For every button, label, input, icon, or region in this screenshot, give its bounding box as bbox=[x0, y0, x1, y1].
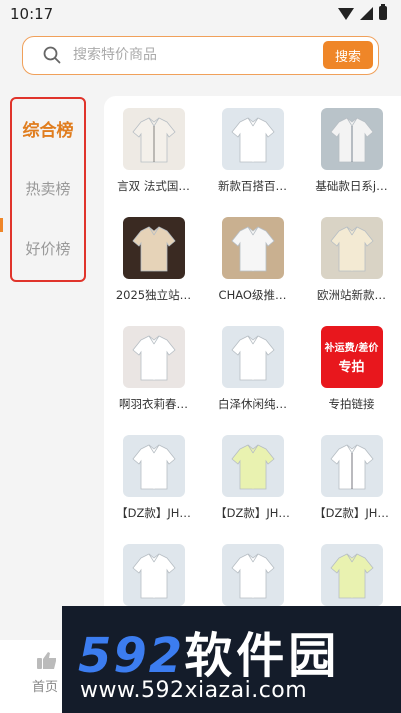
wifi-icon bbox=[338, 8, 354, 20]
product-card[interactable]: 补运费/差价专拍专拍链接 bbox=[302, 326, 401, 435]
product-title: 基础款日系j… bbox=[315, 179, 388, 193]
special-banner-image: 补运费/差价专拍 bbox=[320, 326, 383, 388]
product-title: 专拍链接 bbox=[328, 397, 375, 411]
product-title: 【DZ款】JH… bbox=[215, 506, 290, 520]
product-card[interactable]: 【DZ款】JH… bbox=[203, 435, 302, 544]
product-title: 2025独立站… bbox=[115, 288, 192, 302]
watermark-logo: 592软件园 bbox=[78, 616, 340, 686]
product-image bbox=[122, 108, 185, 170]
product-image bbox=[122, 435, 185, 497]
active-category-marker bbox=[0, 218, 3, 232]
product-title: CHAO级推… bbox=[218, 288, 287, 302]
product-title: 新款百搭百… bbox=[218, 179, 287, 193]
product-card[interactable]: 【DZ款】JH… bbox=[302, 435, 401, 544]
product-image bbox=[320, 217, 383, 279]
product-card[interactable]: 啊羽衣莉春… bbox=[104, 326, 203, 435]
product-title: 言双 法式国… bbox=[117, 179, 190, 193]
status-icons bbox=[338, 4, 387, 20]
signal-icon bbox=[360, 6, 373, 20]
product-image bbox=[320, 108, 383, 170]
product-title: 【DZ款】JH… bbox=[314, 506, 389, 520]
product-card[interactable]: 白泽休闲纯… bbox=[203, 326, 302, 435]
product-image bbox=[122, 326, 185, 388]
search-button[interactable]: 搜索 bbox=[323, 41, 373, 69]
product-card[interactable]: 言双 法式国… bbox=[104, 108, 203, 217]
watermark-url: www.592xiazai.com bbox=[80, 678, 308, 703]
product-grid-panel: 言双 法式国… 新款百搭百… 基础款日系j… 2025独立站… CHAO级推… 欧洲站新款… bbox=[104, 96, 401, 656]
product-image bbox=[221, 326, 284, 388]
product-image bbox=[221, 435, 284, 497]
home-icon bbox=[37, 652, 56, 669]
product-image bbox=[221, 544, 284, 606]
product-card[interactable]: 基础款日系j… bbox=[302, 108, 401, 217]
search-bar: 搜索 bbox=[22, 36, 379, 75]
banner-line-2: 专拍 bbox=[338, 360, 365, 375]
product-image bbox=[122, 544, 185, 606]
product-image bbox=[221, 217, 284, 279]
product-title: 啊羽衣莉春… bbox=[119, 397, 188, 411]
product-card[interactable]: CHAO级推… bbox=[203, 217, 302, 326]
search-icon bbox=[43, 46, 61, 64]
status-time: 10:17 bbox=[10, 5, 54, 23]
status-bar: 10:17 bbox=[0, 0, 401, 28]
product-card[interactable]: 2025独立站… bbox=[104, 217, 203, 326]
category-hot-sale[interactable]: 热卖榜 bbox=[10, 178, 86, 199]
category-comprehensive[interactable]: 综合榜 bbox=[10, 116, 86, 141]
watermark-logo-cn: 软件园 bbox=[184, 628, 341, 684]
product-image bbox=[221, 108, 284, 170]
product-title: 【DZ款】JH… bbox=[116, 506, 191, 520]
category-good-price[interactable]: 好价榜 bbox=[10, 238, 86, 259]
product-card[interactable]: 【DZ款】JH… bbox=[104, 435, 203, 544]
watermark-logo-number: 592 bbox=[78, 628, 185, 684]
product-image bbox=[320, 544, 383, 606]
search-input[interactable] bbox=[73, 43, 323, 67]
product-card[interactable]: 新款百搭百… bbox=[203, 108, 302, 217]
battery-icon bbox=[379, 4, 387, 20]
product-image bbox=[122, 217, 185, 279]
product-grid: 言双 法式国… 新款百搭百… 基础款日系j… 2025独立站… CHAO级推… 欧洲站新款… bbox=[104, 96, 401, 653]
banner-line-1: 补运费/差价 bbox=[324, 343, 379, 354]
product-title: 白泽休闲纯… bbox=[218, 397, 287, 411]
watermark-overlay: 592软件园 www.592xiazai.com bbox=[62, 606, 401, 713]
product-card[interactable]: 欧洲站新款… bbox=[302, 217, 401, 326]
product-title: 欧洲站新款… bbox=[317, 288, 386, 302]
product-image bbox=[320, 435, 383, 497]
